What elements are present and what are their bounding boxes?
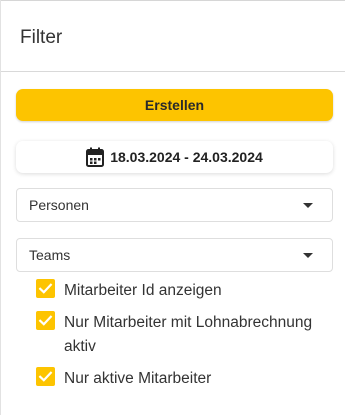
checkmark-icon <box>38 283 53 294</box>
date-range-label: 18.03.2024 - 24.03.2024 <box>110 149 263 165</box>
option-show-employee-id[interactable]: Mitarbeiter Id anzeigen <box>36 279 336 303</box>
create-button[interactable]: Erstellen <box>16 89 333 121</box>
calendar-icon <box>86 147 105 167</box>
option-label: Nur Mitarbeiter mit Lohnabrechnung aktiv <box>64 314 313 355</box>
checkmark-icon <box>38 371 53 382</box>
panel-title: Filter <box>20 27 63 48</box>
checkbox-active-only[interactable] <box>36 367 55 386</box>
panel-header: Filter <box>1 1 345 72</box>
filter-panel: Filter Erstellen 18.03.2024 - 24.03.2024… <box>0 0 345 415</box>
persons-select[interactable]: Personen <box>16 188 333 222</box>
option-label: Mitarbeiter Id anzeigen <box>64 282 222 299</box>
checkbox-payroll-active[interactable] <box>36 311 55 330</box>
option-active-only[interactable]: Nur aktive Mitarbeiter <box>36 367 336 391</box>
option-payroll-active[interactable]: Nur Mitarbeiter mit Lohnabrechnung aktiv <box>36 311 336 359</box>
persons-select-value: Personen <box>29 197 89 213</box>
checkbox-show-employee-id[interactable] <box>36 279 55 298</box>
date-range-button[interactable]: 18.03.2024 - 24.03.2024 <box>16 141 333 173</box>
caret-down-icon <box>303 253 313 258</box>
teams-select-value: Teams <box>29 247 71 263</box>
caret-down-icon <box>303 203 313 208</box>
option-label: Nur aktive Mitarbeiter <box>64 370 212 387</box>
checkmark-icon <box>38 315 53 326</box>
teams-select[interactable]: Teams <box>16 238 333 272</box>
